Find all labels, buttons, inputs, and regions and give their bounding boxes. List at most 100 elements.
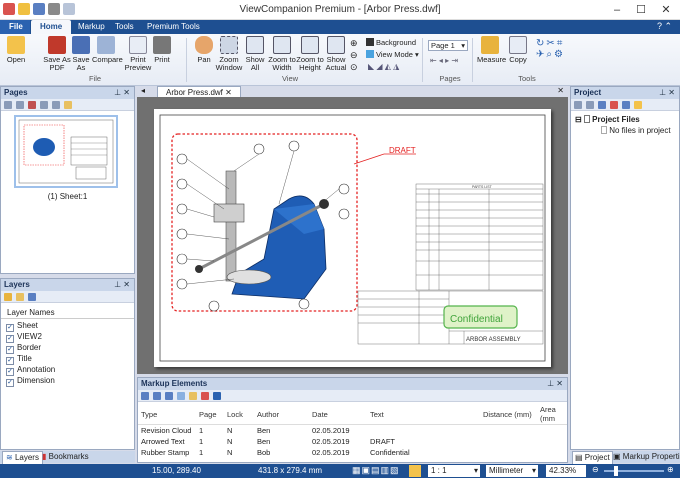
project-tool-icon[interactable] <box>586 101 594 109</box>
table-row[interactable]: Arrowed Text 1 N Ben 02.05.2019 DRAFT <box>138 436 567 447</box>
print-preview-button[interactable]: Print Preview <box>124 36 152 72</box>
pin-icon[interactable]: ⊥ ✕ <box>114 87 130 99</box>
view-mode-option[interactable]: View Mode ▾ <box>366 50 419 59</box>
column-header[interactable]: Type <box>138 404 196 425</box>
unit-select[interactable]: Millimeter ▾ <box>486 465 538 477</box>
delete-page-icon[interactable] <box>28 101 36 109</box>
zoom-level-field[interactable]: 42.33% <box>546 465 586 477</box>
save-icon[interactable] <box>622 101 630 109</box>
project-root[interactable]: ⊟ Project Files <box>575 115 640 124</box>
minimize-icon[interactable]: – <box>606 2 628 18</box>
document-tab[interactable]: Arbor Press.dwf ✕ <box>157 86 241 97</box>
layer-item[interactable]: ✓ Sheet <box>1 321 134 332</box>
copy-button[interactable]: Copy <box>507 36 529 64</box>
print-button[interactable]: Print <box>152 36 172 64</box>
page-tool-icon[interactable] <box>16 101 24 109</box>
table-row[interactable]: Rubber Stamp 1 N Bob 02.05.2019 Confidential <box>138 447 567 458</box>
layers-stack-icon[interactable] <box>213 392 221 400</box>
zoom-to-width-button[interactable]: Zoom to Width <box>267 36 297 72</box>
checkbox-checked-icon[interactable]: ✓ <box>6 335 14 343</box>
close-document-icon[interactable]: ✕ <box>557 86 564 95</box>
pan-button[interactable]: Pan <box>193 36 215 64</box>
sum-icon[interactable] <box>165 392 173 400</box>
open-button[interactable]: Open <box>4 36 28 64</box>
delete-icon[interactable] <box>610 101 618 109</box>
tab-file[interactable]: File <box>0 20 30 34</box>
show-actual-button[interactable]: Show Actual <box>323 36 349 72</box>
project-tool-icon[interactable] <box>574 101 582 109</box>
filter-icon[interactable] <box>189 392 197 400</box>
layer-item[interactable]: ✓ VIEW2 <box>1 332 134 343</box>
zoom-out-icon[interactable]: ⊖ <box>592 465 599 474</box>
project-tool-icon[interactable] <box>598 101 606 109</box>
column-header[interactable]: Page <box>196 404 224 425</box>
layer-off-icon[interactable] <box>16 293 24 301</box>
markup-tool-icon[interactable] <box>141 392 149 400</box>
markup-tool-icon[interactable] <box>153 392 161 400</box>
draft-text[interactable]: DRAFT <box>389 146 416 155</box>
close-icon[interactable]: ✕ <box>655 2 677 18</box>
save-as-button[interactable]: Save As <box>70 36 92 72</box>
layer-item[interactable]: ✓ Dimension <box>1 376 134 387</box>
zoom-previous-icon[interactable]: ⊙ <box>350 62 358 73</box>
checkbox-checked-icon[interactable]: ✓ <box>6 324 14 332</box>
tab-premium-tools[interactable]: Premium Tools <box>138 20 209 34</box>
drawing-canvas[interactable]: DRAFT PARTS LIST ARBOR ASSEMBLY Confiden… <box>137 97 568 374</box>
snap-icon[interactable] <box>409 465 421 477</box>
column-header[interactable]: Author <box>254 404 309 425</box>
zoom-in-icon[interactable]: ⊕ <box>350 38 358 49</box>
zoom-slider[interactable] <box>604 470 664 472</box>
tab-bookmarks[interactable]: ▮ Bookmarks <box>42 451 89 463</box>
page-thumbnail[interactable] <box>14 115 118 188</box>
show-all-button[interactable]: Show All <box>243 36 267 72</box>
tab-project[interactable]: ▤ Project <box>572 451 613 465</box>
page-select[interactable]: Page 1 ▾ <box>428 40 468 51</box>
scale-select[interactable]: 1 : 1 ▾ <box>428 465 480 477</box>
tab-layers[interactable]: ≋ Layers <box>2 451 43 465</box>
table-row[interactable]: Revision Cloud 1 N Ben 02.05.2019 <box>138 425 567 437</box>
collapse-icon[interactable]: ⊟ <box>575 115 582 124</box>
save-as-pdf-button[interactable]: Save As PDF <box>42 36 72 72</box>
column-header[interactable]: Text <box>367 404 480 425</box>
layer-item[interactable]: ✓ Border <box>1 343 134 354</box>
arrow-right-icon[interactable] <box>177 392 185 400</box>
pin-icon[interactable]: ⊥ ✕ <box>114 279 130 291</box>
page-tool-icon[interactable] <box>4 101 12 109</box>
status-tool-icons[interactable]: ▦▣▤▥▧ <box>352 465 400 476</box>
zoom-to-height-button[interactable]: Zoom to Height <box>295 36 325 72</box>
compare-button[interactable]: Compare <box>92 36 123 64</box>
column-header[interactable]: Date <box>309 404 367 425</box>
delete-icon[interactable] <box>201 392 209 400</box>
layer-item[interactable]: ✓ Title <box>1 354 134 365</box>
tool-icons[interactable]: ↻✂⌗ ✈⌕⚙ <box>536 38 565 60</box>
refresh-icon[interactable] <box>28 293 36 301</box>
page-tool-icon[interactable] <box>40 101 48 109</box>
page-nav-icons[interactable]: ⇤ ◂ ▸ ⇥ <box>430 56 458 65</box>
tab-home[interactable]: Home <box>31 20 72 34</box>
tab-scroll-icon[interactable]: ◂ <box>141 86 145 95</box>
column-header[interactable]: Lock <box>224 404 254 425</box>
column-header[interactable]: Area (mm <box>537 404 567 425</box>
checkbox-checked-icon[interactable]: ✓ <box>6 379 14 387</box>
help-icon[interactable]: ? ⌃ <box>657 21 672 32</box>
zoom-in-icon[interactable]: ⊕ <box>667 465 674 474</box>
checkbox-checked-icon[interactable]: ✓ <box>6 346 14 354</box>
zoom-slider-thumb[interactable] <box>614 466 618 476</box>
checkbox-checked-icon[interactable]: ✓ <box>6 368 14 376</box>
close-tab-icon[interactable]: ✕ <box>225 88 232 97</box>
rotate-icons[interactable]: ◣ ◢ ◭ ◮ <box>368 62 399 71</box>
page-tool-icon[interactable] <box>64 101 72 109</box>
folder-icon[interactable] <box>634 101 642 109</box>
page-tool-icon[interactable] <box>52 101 60 109</box>
layer-on-icon[interactable] <box>4 293 12 301</box>
checkbox-checked-icon[interactable]: ✓ <box>6 357 14 365</box>
zoom-window-button[interactable]: Zoom Window <box>215 36 243 72</box>
column-header[interactable]: Distance (mm) <box>480 404 537 425</box>
pin-icon[interactable]: ⊥ ✕ <box>547 378 563 390</box>
layer-item[interactable]: ✓ Annotation <box>1 365 134 376</box>
tab-markup-properties[interactable]: ▣ Markup Properties <box>613 451 680 463</box>
background-option[interactable]: Background <box>366 38 416 47</box>
pin-icon[interactable]: ⊥ ✕ <box>659 87 675 99</box>
measure-button[interactable]: Measure <box>477 36 506 64</box>
maximize-icon[interactable]: ☐ <box>630 2 652 18</box>
